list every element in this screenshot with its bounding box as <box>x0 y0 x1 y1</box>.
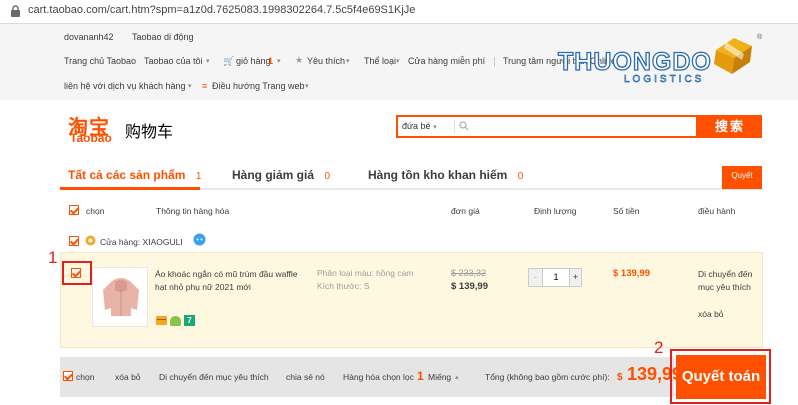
move-to-favorites-link[interactable]: Di chuyển đến mục yêu thích <box>698 268 760 294</box>
annotation-number-1: 1 <box>48 248 58 267</box>
search-category-label: đứa bé <box>402 121 431 131</box>
divider <box>454 120 455 133</box>
jacket-image <box>103 278 139 316</box>
page-title: 购物车 <box>125 124 174 141</box>
tab-count: 0 <box>324 171 331 182</box>
box-logo-icon <box>714 38 752 74</box>
chevron-down-icon: ▾ <box>396 58 400 65</box>
product-size: Kích thước: S <box>317 281 370 291</box>
tab-label: Tất cả các sản phẩm <box>68 168 186 182</box>
select-all-checkbox[interactable] <box>69 205 79 215</box>
registered-mark: ® <box>757 34 763 41</box>
favorites-link[interactable]: Yêu thích <box>307 56 345 66</box>
product-title[interactable]: Áo khoác ngắn có mũ trùm đầu waffle hạt … <box>155 268 305 294</box>
delete-link[interactable]: xóa bỏ <box>698 308 724 321</box>
shop-icon <box>85 235 96 246</box>
footer-move-fav-link[interactable]: Di chuyển đến mục yêu thích <box>159 372 269 382</box>
tab-active-indicator <box>60 187 200 190</box>
seven-day-return-icon: 7 <box>184 315 195 326</box>
footer-select-all-label[interactable]: chọn <box>76 372 94 382</box>
selected-items-label: Hàng hóa chọn lọc <box>343 372 414 382</box>
column-operation: điều hành <box>698 206 736 216</box>
home-link[interactable]: Trang chủ Taobao <box>64 56 136 66</box>
column-select: chọn <box>86 206 105 216</box>
divider <box>494 57 495 67</box>
annotation-number-2: 2 <box>654 338 664 357</box>
thuongdo-logistics-logo: ® THUONGDO LOGISTICS <box>557 34 768 86</box>
lock-icon <box>11 5 20 17</box>
star-icon: ★ <box>295 55 304 65</box>
tab-label: Hàng tồn kho khan hiếm <box>368 168 508 182</box>
category-link[interactable]: Thể loại <box>364 56 396 66</box>
site-nav-link[interactable]: Điều hướng Trang web <box>212 81 304 91</box>
tab-discount[interactable]: Hàng giảm giá 0 <box>232 166 330 184</box>
url-text[interactable]: cart.taobao.com/cart.htm?spm=a1z0d.76250… <box>28 4 415 16</box>
brand-main-text: THUONGDO <box>557 47 712 76</box>
footer-share-link[interactable]: chia sẻ nó <box>286 372 325 382</box>
menu-icon: ≡ <box>202 81 208 91</box>
mobile-link[interactable]: Taobao di động <box>132 32 194 42</box>
quantity-stepper: - 1 + <box>528 268 582 287</box>
product-thumbnail[interactable] <box>92 267 148 327</box>
tab-low-stock[interactable]: Hàng tồn kho khan hiếm 0 <box>368 166 523 184</box>
chevron-down-icon: ▾ <box>277 58 281 65</box>
chevron-up-icon[interactable]: ▴ <box>455 373 459 381</box>
leaf-icon <box>170 316 181 326</box>
free-shop-link[interactable]: Cửa hàng miễn phí <box>408 56 485 66</box>
tab-count: 0 <box>517 171 524 182</box>
column-info: Thông tin hàng hóa <box>156 206 230 216</box>
cart-item-row <box>60 252 763 348</box>
quantity-decrease-button[interactable]: - <box>529 269 543 286</box>
column-unit-price: đơn giá <box>451 206 480 216</box>
quantity-increase-button[interactable]: + <box>569 269 581 286</box>
username-link[interactable]: dovananh42 <box>64 32 114 42</box>
quantity-input[interactable]: 1 <box>543 269 569 286</box>
search-box[interactable]: đứa bé ▾ <box>396 115 698 138</box>
brand-sub-text: LOGISTICS <box>624 74 705 86</box>
search-button[interactable]: 搜索 <box>698 115 762 138</box>
selected-count: 1 <box>417 369 424 383</box>
cart-link[interactable]: giỏ hàng <box>236 56 271 66</box>
total-label: Tổng (không bao gồm cước phí): <box>485 372 610 382</box>
total-currency: $ <box>617 372 623 383</box>
column-quantity: Định lượng <box>534 206 577 216</box>
card-icon <box>156 316 167 325</box>
browser-address-bar[interactable]: cart.taobao.com/cart.htm?spm=a1z0d.76250… <box>0 0 798 24</box>
search-icon <box>459 121 469 131</box>
tab-label: Hàng giảm giá <box>232 168 315 182</box>
chevron-down-icon: ▾ <box>305 83 309 90</box>
unit-price: $ 139,99 <box>451 281 488 292</box>
original-price: $ 233,32 <box>451 268 487 278</box>
item-total-price: $ 139,99 <box>613 268 650 279</box>
tab-count: 1 <box>195 171 202 182</box>
chat-icon[interactable] <box>193 233 206 246</box>
search-input[interactable] <box>472 118 692 135</box>
contact-link[interactable]: liên hệ với dịch vụ khách hàng <box>64 81 185 91</box>
selected-unit: Miếng <box>428 372 452 382</box>
shop-name[interactable]: Cửa hàng: XIAOGULI <box>100 237 183 247</box>
chevron-down-icon: ▾ <box>188 83 192 90</box>
footer-delete-link[interactable]: xóa bỏ <box>115 372 141 382</box>
chevron-down-icon: ▾ <box>346 58 350 65</box>
cart-count: 1 <box>268 56 274 66</box>
chevron-down-icon: ▾ <box>206 58 210 65</box>
search-category[interactable]: đứa bé ▾ <box>402 121 437 131</box>
shop-checkbox[interactable] <box>69 236 79 246</box>
chevron-down-icon: ▾ <box>433 124 437 131</box>
footer-select-all-checkbox[interactable] <box>63 371 73 381</box>
annotation-box-1 <box>62 261 92 285</box>
tab-all-products[interactable]: Tất cả các sản phẩm 1 <box>68 166 201 184</box>
product-color: Phân loại màu: hồng cam <box>317 268 414 278</box>
taobao-logo-en[interactable]: Taobao <box>70 131 112 145</box>
cart-icon[interactable]: 🛒 <box>223 56 234 67</box>
my-taobao-link[interactable]: Taobao của tôi <box>144 56 203 66</box>
column-amount: Số tiền <box>613 206 640 216</box>
annotation-box-2 <box>670 349 771 404</box>
quick-settle-button[interactable]: Quyết <box>722 166 762 189</box>
